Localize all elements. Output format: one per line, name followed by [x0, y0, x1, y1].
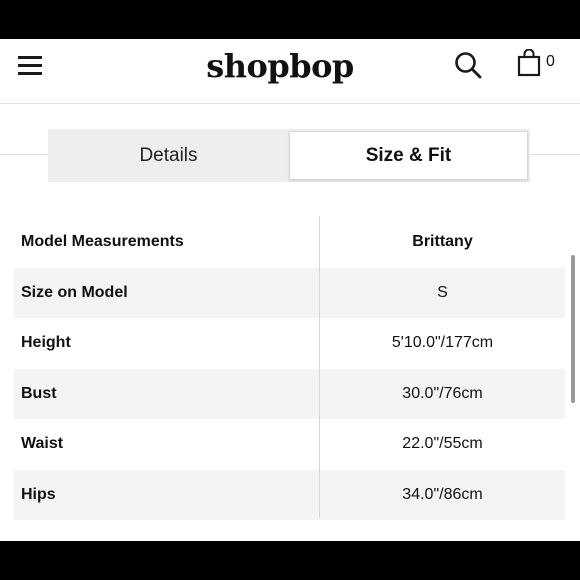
row-label: Height: [21, 334, 71, 352]
screen: shopbop 0 Details Size & Fit Model Measu…: [0, 39, 580, 541]
row-value: 22.0"/55cm: [402, 435, 483, 453]
table-row: Bust 30.0"/76cm: [14, 368, 565, 419]
menu-icon[interactable]: [18, 56, 42, 76]
table-header-row: Model Measurements Brittany: [14, 217, 565, 268]
product-tabs: Details Size & Fit: [48, 129, 530, 182]
top-nav-bar: shopbop 0: [0, 39, 580, 104]
tab-size-and-fit[interactable]: Size & Fit: [289, 131, 528, 180]
table-row: Height 5'10.0"/177cm: [14, 318, 565, 369]
shopbop-logo[interactable]: shopbop: [180, 47, 380, 85]
row-label: Waist: [21, 435, 64, 453]
column-divider: [319, 216, 320, 518]
search-icon[interactable]: [454, 51, 482, 79]
bag-count[interactable]: 0: [546, 53, 555, 71]
tab-details[interactable]: Details: [48, 129, 289, 182]
row-value: 30.0"/76cm: [402, 384, 483, 402]
row-label: Hips: [21, 485, 56, 503]
row-label: Size on Model: [21, 283, 128, 301]
model-measurements-table: Model Measurements Brittany Size on Mode…: [14, 217, 565, 520]
row-value: 34.0"/86cm: [402, 485, 483, 503]
table-row: Hips 34.0"/86cm: [14, 469, 565, 520]
shopping-bag-icon[interactable]: [517, 49, 541, 77]
row-label: Bust: [21, 384, 57, 402]
row-value: S: [437, 283, 448, 301]
scrollbar[interactable]: [571, 255, 575, 403]
row-value: 5'10.0"/177cm: [391, 334, 494, 352]
column-header-model-name: Brittany: [412, 233, 473, 251]
table-row: Size on Model S: [14, 267, 565, 318]
table-row: Waist 22.0"/55cm: [14, 419, 565, 470]
column-header-label: Model Measurements: [21, 233, 184, 251]
